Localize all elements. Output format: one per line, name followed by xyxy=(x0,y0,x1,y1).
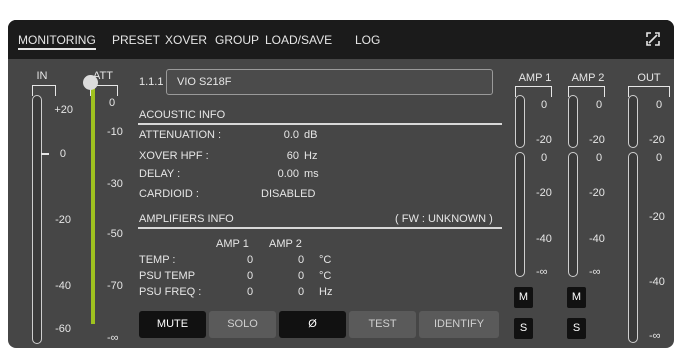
att-scale-tick: -∞ xyxy=(107,332,119,344)
psu-freq-unit: Hz xyxy=(319,286,333,298)
temp-amp1: 0 xyxy=(247,254,254,266)
out-output-meter xyxy=(628,95,638,148)
amp2-scale-tick: -∞ xyxy=(589,266,601,278)
firmware-status: ( FW : UNKNOWN ) xyxy=(395,213,493,225)
amp2-mute-button[interactable]: M xyxy=(567,287,586,308)
test-button[interactable]: TEST xyxy=(349,311,416,338)
cardioid-label: CARDIOID : xyxy=(139,188,199,200)
amp1-solo-button[interactable]: S xyxy=(514,318,533,339)
amp2-scale-tick: -20 xyxy=(589,187,605,199)
tab-load-save[interactable]: LOAD/SAVE xyxy=(265,33,332,47)
amp1-scale-tick: -40 xyxy=(536,233,552,245)
xover-hpf-label: XOVER HPF : xyxy=(139,150,209,162)
out-level-meter xyxy=(628,152,638,343)
attenuation-value: 0.0 xyxy=(283,129,299,141)
amp1-mute-button[interactable]: M xyxy=(514,287,533,308)
cardioid-value: DISABLED xyxy=(261,188,316,200)
psu-temp-amp2: 0 xyxy=(298,270,305,282)
psu-freq-amp2: 0 xyxy=(298,286,305,298)
att-scale-tick: -70 xyxy=(107,280,123,292)
psu-freq-amp1: 0 xyxy=(247,286,254,298)
amp1-output-meter xyxy=(515,95,525,148)
att-slider-handle[interactable] xyxy=(83,75,98,90)
out-scale-tick: -40 xyxy=(649,276,665,288)
out-scale-tick: 0 xyxy=(656,152,663,164)
amp2-label: AMP 2 xyxy=(571,72,605,84)
in-scale-tick: 0 xyxy=(59,148,66,160)
amplifiers-info-title: AMPLIFIERS INFO xyxy=(139,213,234,225)
amp1-scale-tick: 0 xyxy=(541,99,548,111)
amp1-gain-reduction-meter xyxy=(515,152,525,277)
solo-button[interactable]: SOLO xyxy=(209,311,276,338)
amp2-output-meter xyxy=(568,95,578,148)
att-scale-tick: 0 xyxy=(109,97,116,109)
amp1-scale-tick: -∞ xyxy=(536,266,548,278)
out-scale-tick: 0 xyxy=(656,99,663,111)
device-id: 1.1.1 xyxy=(139,76,164,88)
acoustic-info-title: ACOUSTIC INFO xyxy=(139,109,226,121)
amp2-scale-tick: 0 xyxy=(596,99,603,111)
divider xyxy=(138,227,502,229)
temp-unit: °C xyxy=(319,254,332,266)
out-label: OUT xyxy=(637,72,661,84)
amp2-gain-reduction-meter xyxy=(568,152,578,277)
amp2-scale-tick: -40 xyxy=(589,233,605,245)
psu-temp-amp1: 0 xyxy=(247,270,254,282)
in-label: IN xyxy=(36,70,48,82)
amp2-column-header: AMP 2 xyxy=(269,238,302,250)
psu-freq-label: PSU FREQ : xyxy=(139,286,202,298)
expand-icon[interactable] xyxy=(644,30,662,48)
device-name-field[interactable]: VIO S218F xyxy=(166,69,493,95)
attenuation-unit: dB xyxy=(304,129,318,141)
att-scale-tick: -10 xyxy=(107,126,123,138)
att-scale-tick: -50 xyxy=(107,228,123,240)
amp1-label: AMP 1 xyxy=(518,72,552,84)
out-scale-tick: -20 xyxy=(649,134,665,146)
amp1-scale-tick: -20 xyxy=(536,187,552,199)
temp-label: TEMP : xyxy=(139,254,176,266)
amp2-scale-tick: -20 xyxy=(589,134,605,146)
divider xyxy=(138,123,502,125)
top-nav: MONITORING PRESET XOVER GROUP LOAD/SAVE … xyxy=(8,20,674,59)
xover-hpf-value: 60 xyxy=(286,150,299,162)
device-name: VIO S218F xyxy=(177,76,232,88)
delay-value: 0.00 xyxy=(277,168,299,180)
phase-invert-button[interactable]: Ø xyxy=(279,311,346,338)
attenuation-label: ATTENUATION : xyxy=(139,129,222,141)
tab-xover[interactable]: XOVER xyxy=(165,33,207,47)
in-scale-tick: -20 xyxy=(55,214,71,226)
tab-monitoring[interactable]: MONITORING xyxy=(18,33,96,50)
att-slider-track[interactable] xyxy=(91,86,95,324)
identify-button[interactable]: IDENTIFY xyxy=(419,311,499,338)
xover-hpf-unit: Hz xyxy=(304,150,318,162)
delay-label: DELAY : xyxy=(139,168,181,180)
in-scale-tick: -40 xyxy=(55,280,71,292)
tab-preset[interactable]: PRESET xyxy=(112,33,160,47)
delay-unit: ms xyxy=(304,168,319,180)
amp1-column-header: AMP 1 xyxy=(216,238,249,250)
amp2-scale-tick: 0 xyxy=(596,152,603,164)
amp1-scale-tick: -20 xyxy=(536,134,552,146)
amp1-scale-tick: 0 xyxy=(541,152,548,164)
mute-button[interactable]: MUTE xyxy=(139,311,206,338)
psu-temp-label: PSU TEMP xyxy=(139,270,196,282)
temp-amp2: 0 xyxy=(298,254,305,266)
out-scale-tick: -∞ xyxy=(649,330,661,342)
out-scale-tick: -20 xyxy=(649,211,665,223)
in-scale-tick: -60 xyxy=(55,323,71,335)
amp2-solo-button[interactable]: S xyxy=(567,318,586,339)
psu-temp-unit: °C xyxy=(319,270,332,282)
in-scale-tick: +20 xyxy=(54,104,73,116)
att-scale-tick: -30 xyxy=(107,178,123,190)
tab-log[interactable]: LOG xyxy=(355,33,380,47)
tab-group[interactable]: GROUP xyxy=(215,33,259,47)
